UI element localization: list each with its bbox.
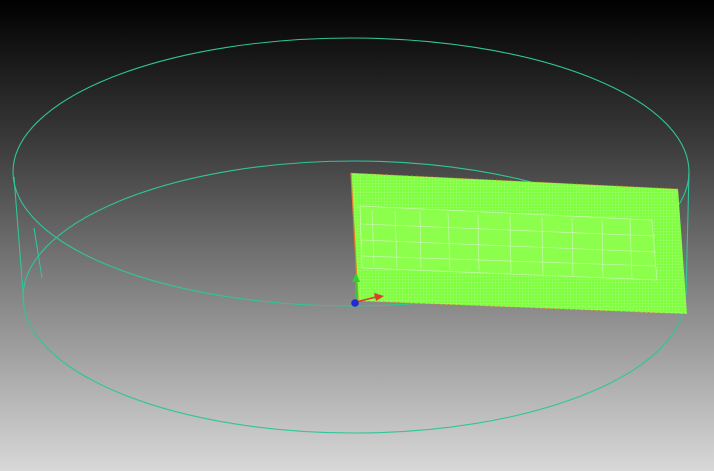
cylinder-right-silhouette <box>685 171 690 296</box>
z-axis-dot-icon <box>351 299 359 307</box>
3d-viewport[interactable] <box>0 0 714 471</box>
scene-canvas[interactable] <box>0 0 714 471</box>
mesh-plane[interactable] <box>340 165 700 325</box>
